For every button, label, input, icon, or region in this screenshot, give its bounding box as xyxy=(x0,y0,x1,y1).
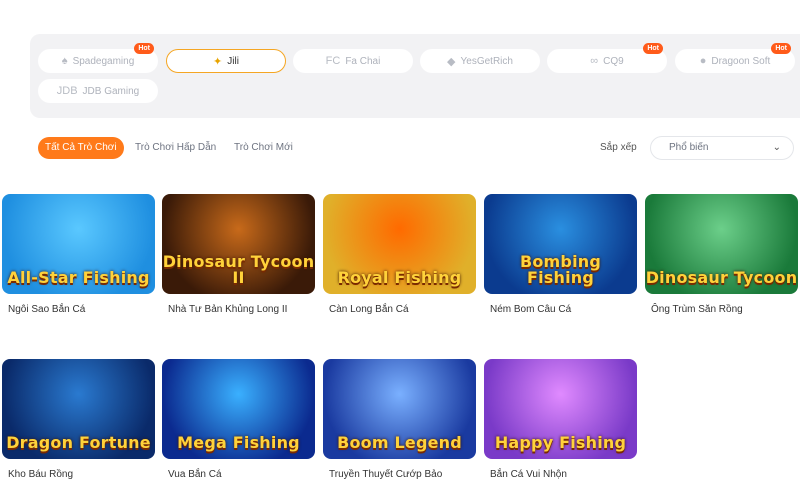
game-thumbnail[interactable]: Bombing Fishing xyxy=(484,194,637,294)
game-title[interactable]: Bắn Cá Vui Nhộn xyxy=(484,469,637,480)
hot-badge: Hot xyxy=(771,43,791,54)
game-thumbnail[interactable]: All-Star Fishing xyxy=(2,194,155,294)
fachai-logo-icon: FC xyxy=(325,55,341,67)
provider-jdb-gaming[interactable]: JDB JDB Gaming xyxy=(38,79,158,103)
game-logo-text: Happy Fishing xyxy=(494,433,627,452)
game-title[interactable]: Càn Long Bắn Cá xyxy=(323,304,476,315)
game-thumbnail[interactable]: Mega Fishing xyxy=(162,359,315,459)
provider-label: CQ9 xyxy=(603,55,624,67)
game-title[interactable]: Vua Bắn Cá xyxy=(162,469,315,480)
game-logo-text: Mega Fishing xyxy=(177,433,300,452)
game-card[interactable]: Mega Fishing Vua Bắn Cá xyxy=(162,359,315,480)
provider-label: Fa Chai xyxy=(345,55,381,67)
game-title[interactable]: Nhà Tư Bản Khủng Long II xyxy=(162,304,315,315)
game-thumbnail[interactable]: Dragon Fortune xyxy=(2,359,155,459)
game-thumbnail[interactable]: Happy Fishing xyxy=(484,359,637,459)
game-logo-text: Royal Fishing xyxy=(337,268,462,287)
game-logo-text: All-Star Fishing xyxy=(7,268,150,287)
game-thumbnail[interactable]: Boom Legend xyxy=(323,359,476,459)
provider-jili[interactable]: ✦ Jili xyxy=(166,49,286,73)
chevron-down-icon: ⌄ xyxy=(772,142,781,153)
game-card[interactable]: Dinosaur Tycoon II Nhà Tư Bản Khủng Long … xyxy=(162,194,315,315)
tab-2[interactable]: Trò Chơi Mới xyxy=(227,137,300,159)
provider-spadegaming[interactable]: ♠ Spadegaming Hot xyxy=(38,43,158,73)
game-card[interactable]: Dinosaur Tycoon Ông Trùm Săn Rồng xyxy=(645,194,798,315)
provider-yesgetrich[interactable]: ◆ YesGetRich xyxy=(420,49,540,73)
cq9-logo-icon: ∞ xyxy=(590,55,599,67)
sort-select[interactable]: Phổ biến ⌄ xyxy=(650,136,794,160)
game-card[interactable]: Royal Fishing Càn Long Bắn Cá xyxy=(323,194,476,315)
provider-label: Dragoon Soft xyxy=(711,55,771,67)
sort-selected-value: Phổ biến xyxy=(669,142,709,153)
game-logo-text: Bombing Fishing xyxy=(519,252,602,287)
yesgetrich-logo-icon: ◆ xyxy=(447,55,456,68)
game-title[interactable]: Kho Báu Rồng xyxy=(2,469,155,480)
game-title[interactable]: Ông Trùm Săn Rồng xyxy=(645,304,798,315)
provider-label: Jili xyxy=(227,55,239,67)
provider-label: YesGetRich xyxy=(460,55,513,67)
game-title[interactable]: Ngôi Sao Bắn Cá xyxy=(2,304,155,315)
game-card[interactable]: Bombing Fishing Ném Bom Câu Cá xyxy=(484,194,637,315)
dragoonsoft-logo-icon: ● xyxy=(699,55,707,67)
provider-fa-chai[interactable]: FC Fa Chai xyxy=(293,49,413,73)
spadegaming-logo-icon: ♠ xyxy=(61,55,68,67)
game-logo-text: Dinosaur Tycoon xyxy=(645,268,798,287)
hot-badge: Hot xyxy=(134,43,154,54)
provider-label: Spadegaming xyxy=(72,55,135,67)
game-logo-text: Dragon Fortune xyxy=(6,433,151,452)
tab-0[interactable]: Tất Cả Trò Chơi xyxy=(38,137,124,159)
game-logo-text: Boom Legend xyxy=(337,433,462,452)
game-thumbnail[interactable]: Dinosaur Tycoon xyxy=(645,194,798,294)
provider-cq9[interactable]: ∞ CQ9 Hot xyxy=(547,43,667,73)
game-title[interactable]: Truyền Thuyết Cướp Bảo xyxy=(323,469,476,480)
provider-label: JDB Gaming xyxy=(82,85,140,97)
tab-1[interactable]: Trò Chơi Hấp Dẫn xyxy=(128,137,223,159)
game-card[interactable]: Happy Fishing Bắn Cá Vui Nhộn xyxy=(484,359,637,480)
game-title[interactable]: Ném Bom Câu Cá xyxy=(484,304,637,315)
game-thumbnail[interactable]: Dinosaur Tycoon II xyxy=(162,194,315,294)
sort-label: Sắp xếp xyxy=(600,142,637,153)
provider-dragoon-soft[interactable]: ● Dragoon Soft Hot xyxy=(675,43,795,73)
hot-badge: Hot xyxy=(643,43,663,54)
game-logo-text: Dinosaur Tycoon II xyxy=(162,252,315,287)
game-thumbnail[interactable]: Royal Fishing xyxy=(323,194,476,294)
jdb-logo-icon: JDB xyxy=(56,85,78,97)
game-card[interactable]: Dragon Fortune Kho Báu Rồng xyxy=(2,359,155,480)
game-card[interactable]: All-Star Fishing Ngôi Sao Bắn Cá xyxy=(2,194,155,315)
game-card[interactable]: Boom Legend Truyền Thuyết Cướp Bảo xyxy=(323,359,476,480)
jili-logo-icon: ✦ xyxy=(213,55,223,68)
